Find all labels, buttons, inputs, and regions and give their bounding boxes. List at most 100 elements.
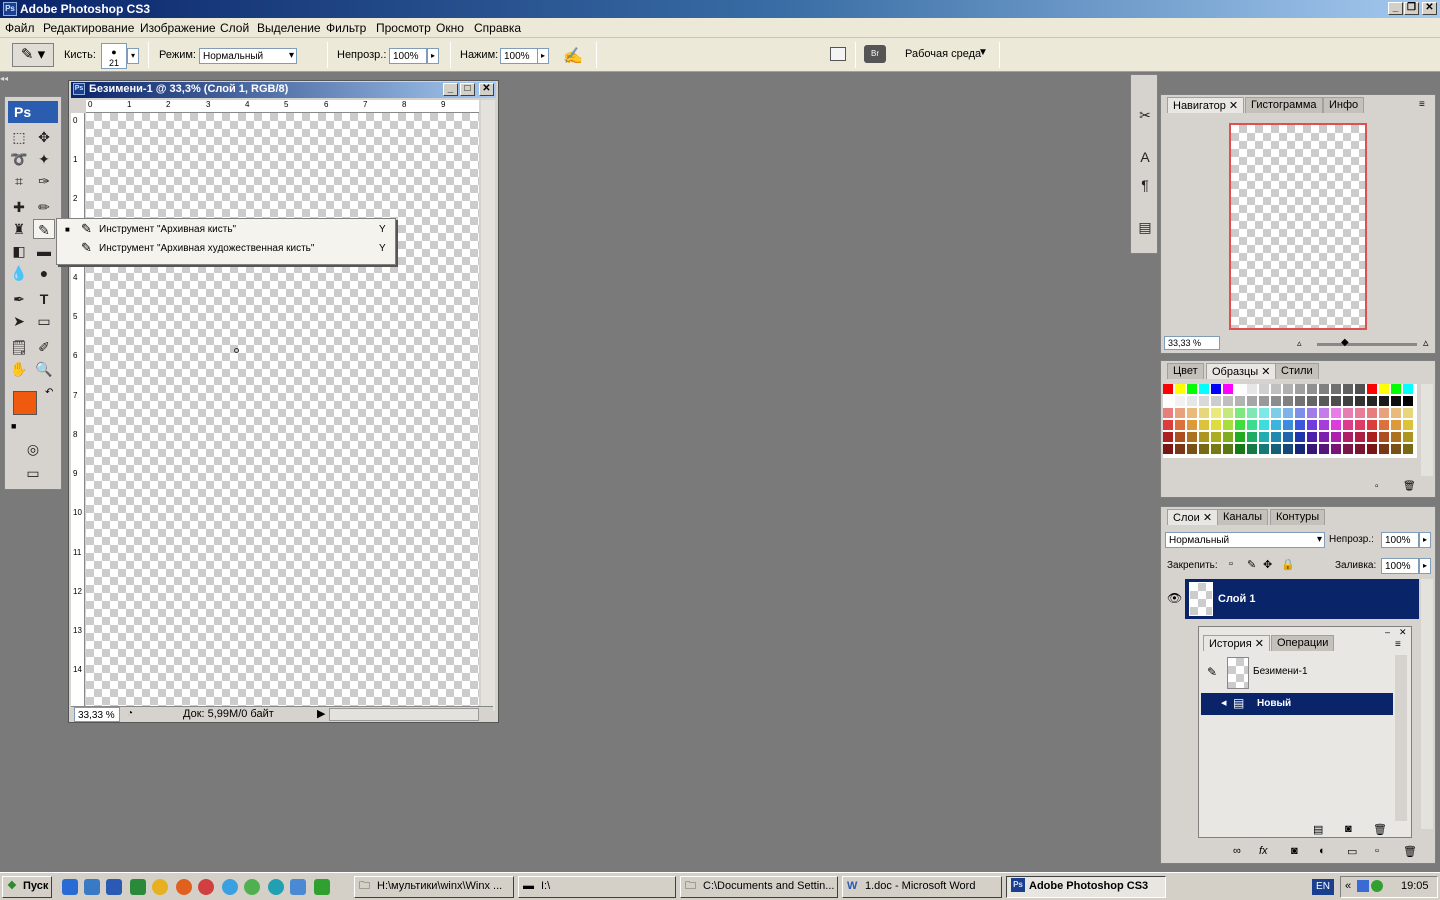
color-swatch[interactable] — [1319, 384, 1330, 395]
color-swatch[interactable] — [1235, 384, 1246, 395]
toolbox-collapse-icon[interactable]: ◂◂ — [0, 74, 64, 84]
notes-tool-icon[interactable]: 🗒 — [8, 337, 30, 357]
layer-row-selected[interactable]: Слой 1 — [1185, 579, 1419, 619]
color-swatch[interactable] — [1175, 420, 1186, 431]
tab-swatches[interactable]: Образцы ✕ — [1206, 363, 1277, 379]
zoom-slider[interactable] — [1317, 343, 1417, 346]
layer-mask-icon[interactable]: ◙ — [1291, 845, 1298, 857]
color-swatch[interactable] — [1319, 396, 1330, 407]
tab-actions[interactable]: Операции — [1271, 635, 1335, 651]
link-layers-icon[interactable]: ∞ — [1233, 845, 1241, 857]
color-swatch[interactable] — [1295, 408, 1306, 419]
doc-close-button[interactable]: ✕ — [479, 83, 494, 96]
color-swatch[interactable] — [1271, 444, 1282, 455]
shape-tool-icon[interactable]: ▭ — [33, 311, 55, 331]
layer-style-icon[interactable]: fx — [1259, 845, 1268, 857]
opacity-arrow-icon[interactable]: ▸ — [427, 48, 439, 64]
word-icon[interactable] — [106, 879, 122, 895]
color-swatch[interactable] — [1343, 384, 1354, 395]
color-swatch[interactable] — [1295, 396, 1306, 407]
vertical-scrollbar[interactable] — [481, 100, 495, 711]
color-swatch[interactable] — [1343, 444, 1354, 455]
color-swatch[interactable] — [1355, 420, 1366, 431]
flyout-item-art-history-brush[interactable]: ✎ Инструмент "Архивная художественная ки… — [57, 240, 395, 258]
tab-navigator[interactable]: Навигатор ✕ — [1167, 97, 1245, 113]
crop-tool-icon[interactable]: ⌗ — [8, 171, 30, 191]
fill-input[interactable]: 100% — [1381, 558, 1419, 574]
color-swatch[interactable] — [1319, 444, 1330, 455]
zoom-slider-thumb[interactable]: ◆ — [1341, 337, 1349, 348]
trash-icon[interactable]: 🗑 — [1403, 481, 1416, 492]
menu-file[interactable]: Файл — [5, 21, 35, 35]
color-swatch[interactable] — [1235, 444, 1246, 455]
color-swatch[interactable] — [1307, 444, 1318, 455]
default-colors-icon[interactable]: ■ — [11, 421, 16, 431]
tab-history[interactable]: История ✕ — [1203, 635, 1270, 651]
color-swatch[interactable] — [1223, 444, 1234, 455]
swap-colors-icon[interactable]: ↶ — [45, 387, 53, 398]
workspace-menu[interactable]: Рабочая среда — [905, 48, 981, 60]
color-swatch[interactable] — [1379, 444, 1390, 455]
lock-pixels-icon[interactable]: ✎ — [1247, 558, 1256, 571]
color-swatch[interactable] — [1247, 444, 1258, 455]
new-document-from-state-icon[interactable]: ▤ — [1313, 823, 1323, 836]
fill-arrow-icon[interactable]: ▸ — [1419, 558, 1431, 574]
layers-scrollbar[interactable] — [1421, 579, 1433, 829]
tab-channels[interactable]: Каналы — [1217, 509, 1269, 525]
horizontal-scrollbar[interactable] — [329, 708, 479, 721]
menu-image[interactable]: Изображение — [140, 21, 216, 35]
opera-icon[interactable] — [198, 879, 214, 895]
color-swatch[interactable] — [1271, 384, 1282, 395]
brush-tool-icon[interactable]: ✏ — [33, 197, 55, 217]
color-swatch[interactable] — [1343, 396, 1354, 407]
color-swatch[interactable] — [1403, 444, 1414, 455]
color-swatch[interactable] — [1199, 444, 1210, 455]
hand-tool-icon[interactable]: ✋ — [8, 359, 30, 379]
blend-mode-select[interactable]: Нормальный ▾ — [1165, 532, 1325, 548]
language-indicator[interactable]: EN — [1312, 879, 1334, 895]
color-swatch[interactable] — [1355, 408, 1366, 419]
color-swatch[interactable] — [1211, 444, 1222, 455]
type-tool-icon[interactable]: T — [33, 289, 55, 309]
color-swatch[interactable] — [1391, 408, 1402, 419]
color-swatch[interactable] — [1307, 384, 1318, 395]
adjustment-layer-icon[interactable]: ◐ — [1319, 845, 1326, 857]
color-swatch[interactable] — [1283, 408, 1294, 419]
new-group-icon[interactable]: ▭ — [1347, 845, 1357, 858]
trash-icon[interactable]: 🗑 — [1403, 845, 1417, 858]
color-swatch[interactable] — [1379, 384, 1390, 395]
mode-select[interactable]: Нормальный ▾ — [199, 48, 297, 64]
color-swatch[interactable] — [1331, 396, 1342, 407]
new-layer-icon[interactable]: ▫ — [1375, 845, 1379, 857]
lock-all-icon[interactable]: 🔒 — [1281, 558, 1295, 571]
color-swatch[interactable] — [1283, 396, 1294, 407]
color-swatch[interactable] — [1367, 432, 1378, 443]
color-swatch[interactable] — [1307, 396, 1318, 407]
color-swatch[interactable] — [1331, 384, 1342, 395]
color-swatch[interactable] — [1367, 444, 1378, 455]
color-swatch[interactable] — [1211, 384, 1222, 395]
character-icon[interactable]: A — [1134, 147, 1156, 167]
color-swatch[interactable] — [1283, 384, 1294, 395]
color-swatch[interactable] — [1319, 408, 1330, 419]
color-swatch[interactable] — [1355, 444, 1366, 455]
close-icon[interactable]: ✕ — [1261, 366, 1270, 378]
magic-wand-icon[interactable]: ✦ — [33, 149, 55, 169]
panel-menu-icon[interactable]: ≡ — [1395, 639, 1401, 650]
color-swatch[interactable] — [1343, 420, 1354, 431]
color-swatch[interactable] — [1211, 396, 1222, 407]
tab-histogram[interactable]: Гистограмма — [1245, 97, 1323, 113]
color-swatch[interactable] — [1163, 408, 1174, 419]
gradient-tool-icon[interactable]: ▬ — [33, 241, 55, 261]
color-swatch[interactable] — [1247, 420, 1258, 431]
status-menu-arrow-icon[interactable]: ▶ — [317, 707, 325, 720]
color-swatch[interactable] — [1271, 396, 1282, 407]
ie-icon[interactable] — [62, 879, 78, 895]
zoom-in-icon[interactable]: ▵ — [1423, 336, 1429, 349]
start-button[interactable]: ❖ Пуск — [2, 876, 52, 898]
close-button[interactable]: ✕ — [1422, 2, 1437, 15]
color-swatch[interactable] — [1235, 408, 1246, 419]
color-swatch[interactable] — [1247, 432, 1258, 443]
opacity-arrow-icon[interactable]: ▸ — [1419, 532, 1431, 548]
minimize-button[interactable]: _ — [1388, 2, 1403, 15]
